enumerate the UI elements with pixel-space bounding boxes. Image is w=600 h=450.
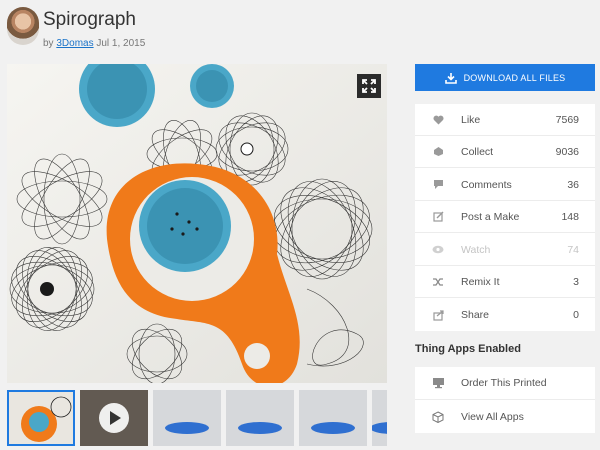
byline: by 3Domas Jul 1, 2015 bbox=[43, 38, 145, 49]
collect-icon bbox=[433, 147, 443, 156]
shuffle-icon bbox=[433, 277, 443, 286]
stat-label: Comments bbox=[461, 178, 512, 191]
stats-panel: Like 7569 Collect 9036 Comments 36 Post … bbox=[415, 104, 595, 331]
stat-value: 0 bbox=[573, 309, 579, 321]
comment-icon bbox=[433, 180, 443, 189]
expand-button[interactable] bbox=[357, 74, 381, 98]
spirograph-photo bbox=[7, 64, 387, 383]
stat-post-a-make[interactable]: Post a Make 148 bbox=[415, 201, 595, 233]
thing-header: Spirograph by 3Domas Jul 1, 2015 bbox=[0, 0, 600, 60]
stat-label: Collect bbox=[461, 145, 494, 158]
thumbnail-video[interactable] bbox=[80, 390, 148, 446]
cube-icon bbox=[432, 410, 444, 423]
thumbnail-photo[interactable] bbox=[7, 390, 75, 446]
stat-value: 3 bbox=[573, 275, 579, 288]
download-icon bbox=[444, 72, 457, 84]
heart-icon bbox=[432, 115, 444, 124]
thumbnail-render[interactable] bbox=[153, 390, 221, 446]
edit-icon bbox=[432, 211, 443, 222]
thumbnail-strip bbox=[7, 390, 387, 446]
expand-icon bbox=[362, 79, 376, 93]
stat-like[interactable]: Like 7569 bbox=[415, 104, 595, 136]
stat-label: Like bbox=[461, 113, 481, 126]
stat-remix-it[interactable]: Remix It 3 bbox=[415, 266, 595, 298]
app-order-this-printed[interactable]: Order This Printed bbox=[415, 367, 595, 400]
download-all-files-button[interactable]: DOWNLOAD ALL FILES bbox=[415, 64, 595, 91]
author-avatar[interactable] bbox=[7, 7, 39, 45]
stat-value: 148 bbox=[561, 210, 579, 223]
by-prefix: by bbox=[43, 38, 54, 49]
stat-share[interactable]: Share 0 bbox=[415, 299, 595, 331]
app-view-all-apps[interactable]: View All Apps bbox=[415, 400, 595, 433]
page-title: Spirograph bbox=[43, 9, 136, 30]
stat-value: 9036 bbox=[555, 145, 579, 158]
author-link[interactable]: 3Domas bbox=[56, 38, 93, 49]
monitor-icon bbox=[432, 378, 444, 389]
stat-label: Watch bbox=[461, 243, 491, 256]
share-icon bbox=[432, 309, 444, 321]
stat-label: Remix It bbox=[461, 275, 500, 288]
stat-collect[interactable]: Collect 9036 bbox=[415, 136, 595, 168]
stat-value: 7569 bbox=[555, 113, 579, 126]
apps-panel: Order This Printed View All Apps bbox=[415, 367, 595, 433]
thumbnail-render[interactable] bbox=[299, 390, 367, 446]
stat-label: Share bbox=[461, 309, 490, 321]
stat-watch[interactable]: Watch 74 bbox=[415, 234, 595, 266]
stat-comments[interactable]: Comments 36 bbox=[415, 169, 595, 201]
stat-value: 74 bbox=[567, 243, 579, 256]
stat-value: 36 bbox=[567, 178, 579, 191]
eye-icon bbox=[432, 245, 444, 254]
download-label: DOWNLOAD ALL FILES bbox=[463, 72, 566, 83]
thumbnail-render[interactable] bbox=[372, 390, 387, 446]
publish-date: Jul 1, 2015 bbox=[96, 38, 146, 49]
app-label: View All Apps bbox=[461, 410, 524, 423]
main-photo[interactable] bbox=[7, 64, 387, 383]
apps-heading: Thing Apps Enabled bbox=[415, 343, 521, 355]
app-label: Order This Printed bbox=[461, 377, 547, 389]
thumbnail-render[interactable] bbox=[226, 390, 294, 446]
stat-label: Post a Make bbox=[461, 210, 520, 223]
